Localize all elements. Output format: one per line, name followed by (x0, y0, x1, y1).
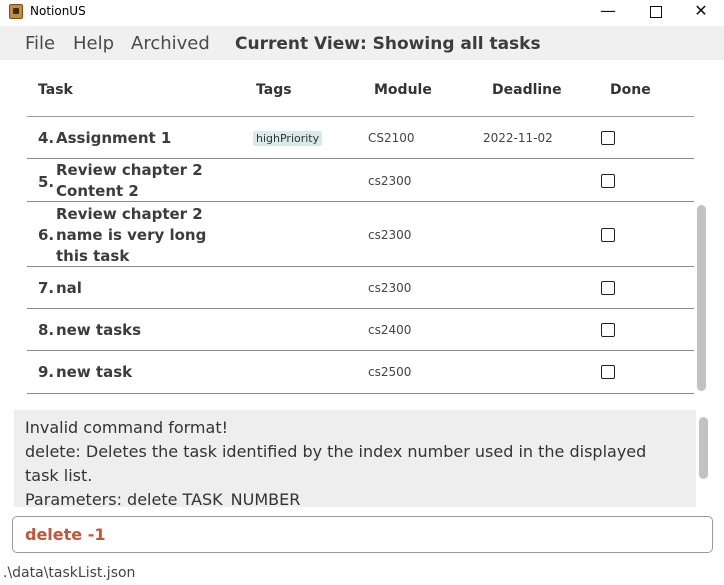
command-input[interactable]: delete -1 (12, 516, 713, 553)
window-title: NotionUS (30, 4, 86, 18)
done-checkbox[interactable] (601, 131, 615, 145)
done-checkbox[interactable] (601, 281, 615, 295)
maximize-icon (650, 5, 662, 18)
table-row[interactable]: 5. Review chapter 2 Content 2 cs2300 (27, 159, 694, 202)
deadline-date: 2022-11-02 (483, 131, 553, 145)
done-checkbox[interactable] (601, 365, 615, 379)
menu-bar: File Help Archived Current View: Showing… (0, 26, 724, 60)
done-checkbox[interactable] (601, 174, 615, 188)
module-code: CS2100 (368, 131, 415, 145)
close-button[interactable]: ✕ (678, 0, 724, 24)
storage-path: .\data\taskList.json (3, 565, 136, 581)
header-done[interactable]: Done (610, 82, 651, 98)
table-row[interactable]: 4. Assignment 1 highPriority CS2100 2022… (27, 117, 694, 159)
task-list-scrollbar[interactable] (697, 205, 706, 391)
command-text: delete -1 (25, 525, 106, 544)
table-row[interactable]: 7. nal cs2300 (27, 267, 694, 309)
result-scrollbar[interactable] (699, 417, 708, 479)
maximize-button[interactable] (633, 0, 679, 24)
table-row[interactable]: 9. new task cs2500 (27, 351, 694, 394)
minimize-button[interactable]: — (585, 0, 631, 24)
done-checkbox[interactable] (601, 228, 615, 242)
task-name: Review chapter 2 Content 2 (56, 161, 203, 200)
row-index: 9. (38, 363, 55, 381)
table-row[interactable]: 8. new tasks cs2400 (27, 309, 694, 351)
header-deadline[interactable]: Deadline (492, 82, 562, 98)
task-name: Review chapter 2 name is very long this … (56, 205, 207, 265)
row-index: 4. (38, 129, 55, 147)
task-name: Assignment 1 (56, 129, 172, 147)
menu-file[interactable]: File (25, 33, 55, 54)
header-module[interactable]: Module (374, 82, 432, 98)
menu-help[interactable]: Help (73, 33, 114, 54)
row-index: 6. (38, 226, 55, 244)
task-name: new tasks (56, 321, 142, 339)
task-table: Task Tags Module Deadline Done 4. Assign… (27, 70, 694, 396)
title-bar: NotionUS — ✕ (0, 0, 724, 24)
row-index: 5. (38, 173, 55, 191)
result-display: Invalid command format! delete: Deletes … (14, 410, 696, 507)
done-checkbox[interactable] (601, 323, 615, 337)
module-code: cs2500 (368, 365, 412, 379)
row-index: 7. (38, 279, 55, 297)
app-icon (9, 4, 23, 19)
tag-badge: highPriority (253, 131, 323, 146)
task-name: nal (56, 279, 82, 297)
row-index: 8. (38, 321, 55, 339)
header-task[interactable]: Task (38, 82, 73, 98)
current-view-label: Current View: Showing all tasks (235, 34, 541, 54)
menu-archived[interactable]: Archived (131, 33, 210, 54)
module-code: cs2400 (368, 323, 412, 337)
module-code: cs2300 (368, 174, 412, 188)
module-code: cs2300 (368, 228, 412, 242)
table-row[interactable]: 6. Review chapter 2 name is very long th… (27, 202, 694, 267)
task-name: new task (56, 363, 133, 381)
result-message: Invalid command format! delete: Deletes … (25, 418, 647, 507)
module-code: cs2300 (368, 281, 412, 295)
header-tags[interactable]: Tags (256, 82, 292, 98)
